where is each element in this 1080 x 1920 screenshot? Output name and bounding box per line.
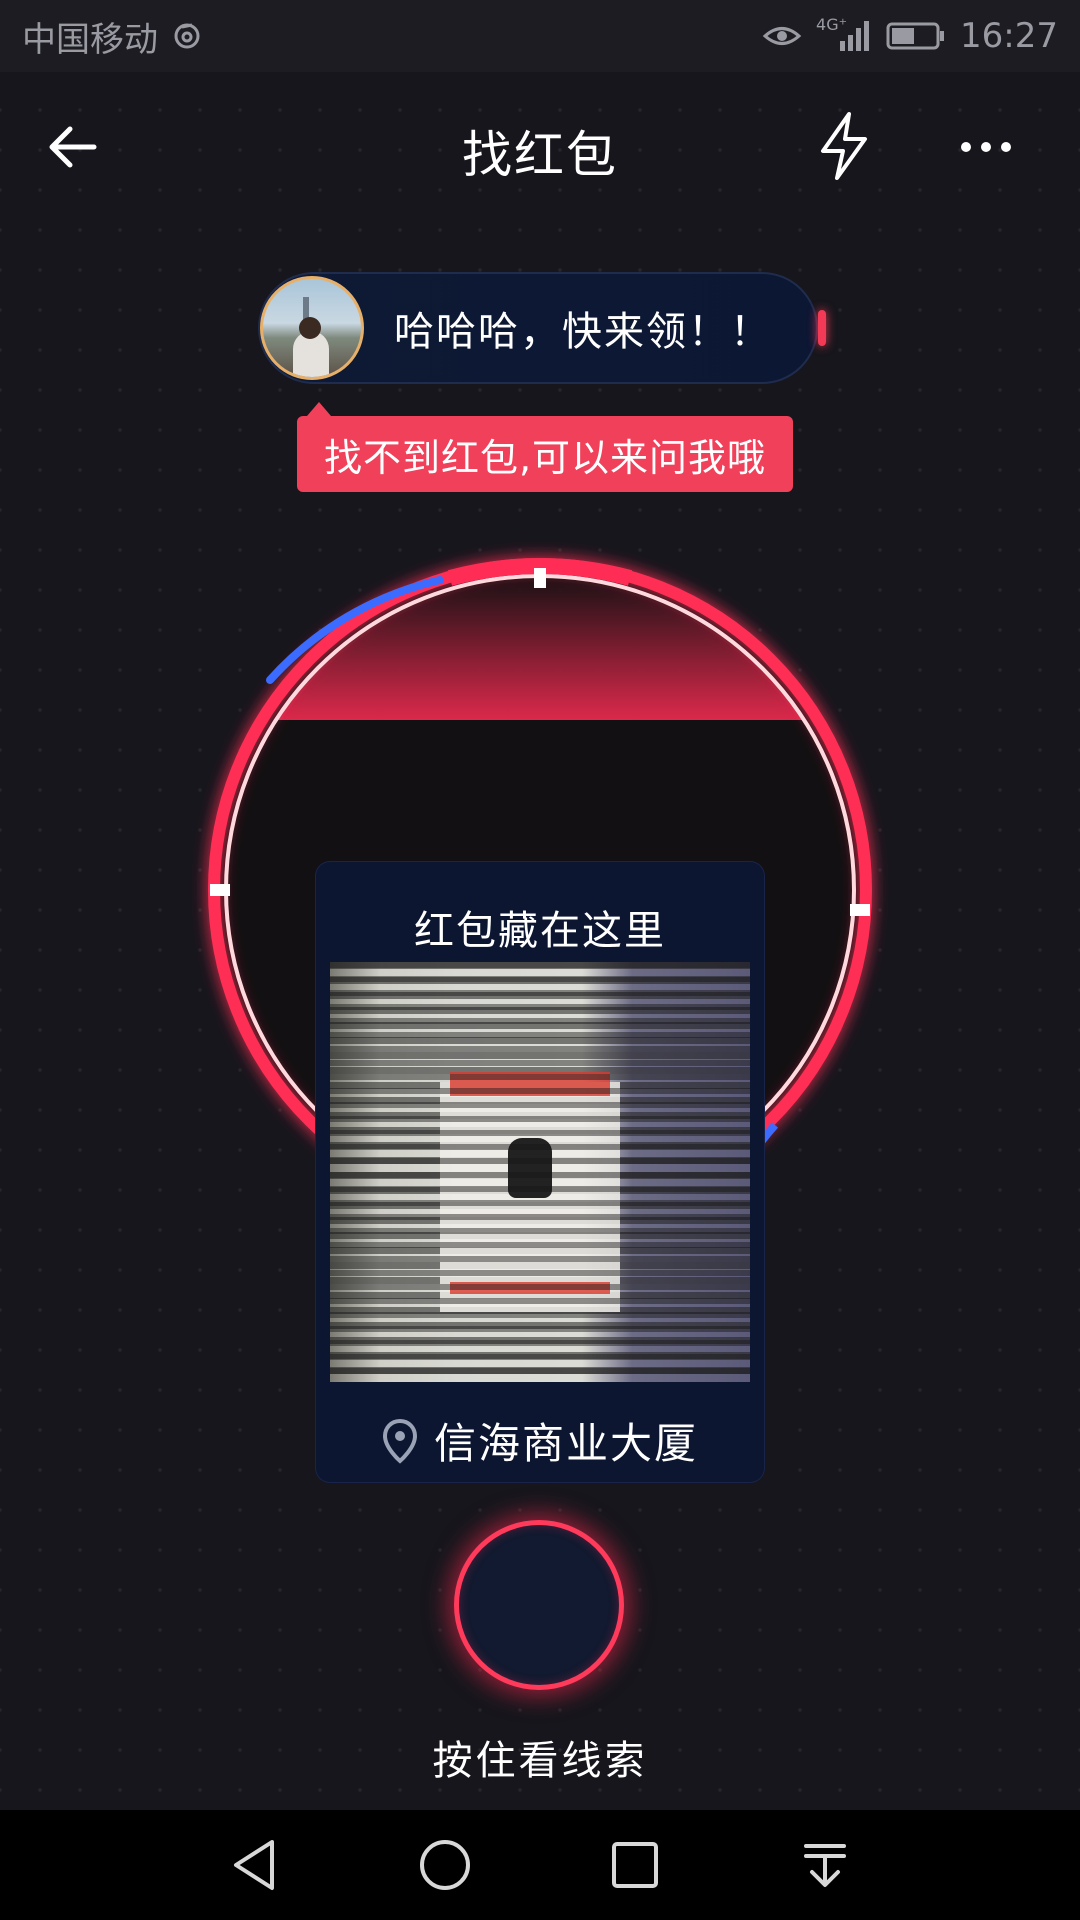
- nav-home-icon: [420, 1840, 470, 1890]
- flash-icon: [821, 112, 867, 180]
- carrier-label: 中国移动: [22, 19, 158, 60]
- status-left: 中国移动: [22, 12, 202, 61]
- status-bar: 中国移动 4G⁺ 16:27: [0, 0, 1080, 72]
- photo-scan-stripes: [330, 962, 750, 1382]
- nav-recents-button[interactable]: [595, 1825, 675, 1905]
- more-dot: [961, 142, 971, 152]
- system-nav-bar: [0, 1810, 1080, 1920]
- nav-recents-icon: [612, 1842, 658, 1888]
- more-dot: [981, 142, 991, 152]
- nav-notifications-button[interactable]: [785, 1825, 865, 1905]
- message-text: 哈哈哈，快来领！！: [394, 309, 772, 355]
- clue-card[interactable]: 红包藏在这里 信海商业大厦: [316, 862, 764, 1482]
- page-title: 找红包: [462, 126, 618, 184]
- header: 找红包: [0, 95, 1080, 195]
- eye-icon: [762, 21, 802, 51]
- message-bubble: 哈哈哈，快来领！！: [258, 272, 826, 384]
- nav-back-icon: [234, 1840, 274, 1890]
- hint-tag[interactable]: 找不到红包,可以来问我哦: [297, 402, 793, 492]
- battery-icon: [886, 21, 946, 51]
- clue-location: 信海商业大厦: [316, 1410, 764, 1471]
- nav-back-button[interactable]: [215, 1825, 295, 1905]
- status-right: 4G⁺ 16:27: [762, 15, 1058, 56]
- more-dot: [1001, 142, 1011, 152]
- nav-notifications-icon: [804, 1844, 846, 1887]
- clue-photo: [330, 962, 750, 1382]
- network-type: 4G⁺: [816, 15, 848, 34]
- avatar[interactable]: [260, 276, 364, 380]
- hold-to-view-clue-button[interactable]: [454, 1520, 624, 1690]
- location-pin-icon: [382, 1418, 417, 1464]
- location-name: 信海商业大厦: [433, 1419, 698, 1468]
- signal-icon: 4G⁺: [816, 15, 872, 53]
- flash-button[interactable]: [812, 109, 876, 183]
- hold-button-label: 按住看线索: [432, 1738, 648, 1784]
- netease-icon: [172, 21, 202, 51]
- clock: 16:27: [960, 16, 1058, 56]
- nav-home-button[interactable]: [405, 1825, 485, 1905]
- clue-title: 红包藏在这里: [414, 908, 666, 954]
- more-button[interactable]: [950, 115, 1022, 179]
- avatar-head: [299, 317, 321, 339]
